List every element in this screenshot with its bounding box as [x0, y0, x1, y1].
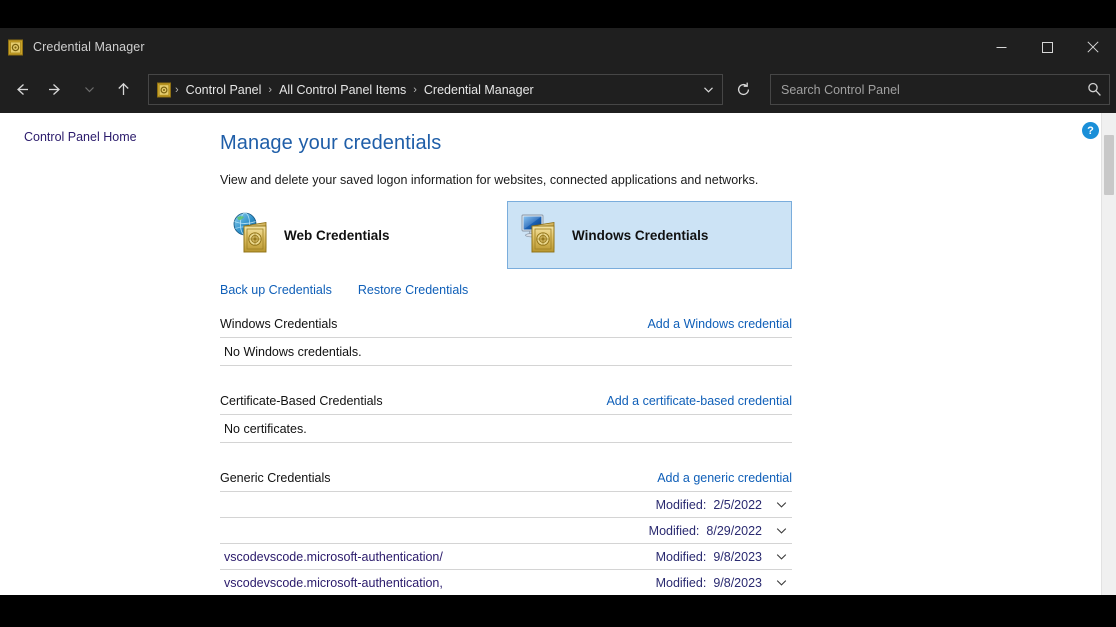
- maximize-button[interactable]: [1024, 28, 1070, 66]
- breadcrumb-control-panel-icon: [156, 82, 172, 98]
- window-title: Credential Manager: [33, 40, 145, 54]
- screen: Credential Manager: [0, 0, 1116, 627]
- section-empty-certificate-based-credentials: No certificates.: [220, 415, 792, 443]
- refresh-button[interactable]: [728, 74, 758, 105]
- back-up-credentials-link[interactable]: Back up Credentials: [220, 283, 332, 297]
- window-titlebar: Credential Manager: [0, 28, 1116, 66]
- backup-restore-links: Back up Credentials Restore Credentials: [220, 283, 468, 297]
- section-empty-windows-credentials: No Windows credentials.: [220, 338, 792, 366]
- breadcrumb-separator: ›: [265, 84, 275, 96]
- help-button[interactable]: ?: [1082, 122, 1099, 139]
- address-toolbar: › Control Panel › All Control Panel Item…: [0, 66, 1116, 113]
- add-windows-credential-link[interactable]: Add a Windows credential: [647, 317, 792, 331]
- section-gap: [220, 443, 792, 471]
- breadcrumb-item-control-panel[interactable]: Control Panel: [182, 80, 266, 100]
- modified-date: 2/5/2022: [713, 498, 762, 512]
- credential-meta: Modified: 9/8/2023: [656, 550, 792, 564]
- search-input[interactable]: [771, 82, 1079, 98]
- section-header-generic-credentials: Generic Credentials Add a generic creden…: [220, 471, 792, 492]
- window-controls: [978, 28, 1116, 66]
- back-button[interactable]: [4, 73, 38, 107]
- section-title-certificate-based-credentials: Certificate-Based Credentials: [220, 394, 383, 408]
- table-row[interactable]: Modified: 8/29/2022: [220, 518, 792, 544]
- forward-button[interactable]: [38, 73, 72, 107]
- modified-label: Modified:: [649, 524, 700, 538]
- main-panel: Manage your credentials View and delete …: [200, 113, 1100, 595]
- chevron-down-icon[interactable]: [774, 576, 788, 589]
- tile-windows-credentials[interactable]: Windows Credentials: [507, 201, 792, 269]
- modified-date: 9/8/2023: [713, 576, 762, 590]
- credential-name[interactable]: vscodevscode.microsoft-authentication,: [224, 576, 443, 590]
- section-gap: [220, 366, 792, 394]
- close-button[interactable]: [1070, 28, 1116, 66]
- minimize-button[interactable]: [978, 28, 1024, 66]
- credential-meta: Modified: 2/5/2022: [656, 498, 792, 512]
- credential-manager-icon: [7, 39, 24, 56]
- breadcrumb-separator: ›: [410, 84, 420, 96]
- sidebar-item-control-panel-home[interactable]: Control Panel Home: [24, 130, 137, 144]
- add-certificate-based-credential-link[interactable]: Add a certificate-based credential: [606, 394, 792, 408]
- vertical-scrollbar[interactable]: [1101, 113, 1116, 595]
- modified-label: Modified:: [656, 550, 707, 564]
- top-letterbox: [0, 0, 1116, 28]
- credential-meta: Modified: 9/8/2023: [656, 576, 792, 590]
- modified-date: 8/29/2022: [706, 524, 762, 538]
- globe-vault-icon: [230, 210, 276, 261]
- section-title-windows-credentials: Windows Credentials: [220, 317, 337, 331]
- chevron-down-icon[interactable]: [774, 524, 788, 537]
- table-row[interactable]: Modified: 2/5/2022: [220, 492, 792, 518]
- chevron-down-icon[interactable]: [774, 550, 788, 563]
- chevron-down-icon[interactable]: [774, 498, 788, 511]
- credential-sections: Windows Credentials Add a Windows creden…: [220, 317, 792, 595]
- section-header-certificate-based-credentials: Certificate-Based Credentials Add a cert…: [220, 394, 792, 415]
- modified-label: Modified:: [656, 576, 707, 590]
- table-row[interactable]: vscodevscode.microsoft-authentication, M…: [220, 570, 792, 595]
- restore-credentials-link[interactable]: Restore Credentials: [358, 283, 468, 297]
- scrollbar-thumb[interactable]: [1104, 135, 1114, 195]
- modified-label: Modified:: [656, 498, 707, 512]
- chevron-down-icon[interactable]: [694, 75, 722, 104]
- credential-name[interactable]: vscodevscode.microsoft-authentication/: [224, 550, 443, 564]
- tile-web-credentials[interactable]: Web Credentials: [220, 201, 500, 269]
- tile-label-windows-credentials: Windows Credentials: [572, 228, 708, 243]
- search-icon[interactable]: [1079, 75, 1109, 104]
- page-title: Manage your credentials: [220, 132, 441, 155]
- tile-label-web-credentials: Web Credentials: [284, 228, 390, 243]
- modified-date: 9/8/2023: [713, 550, 762, 564]
- recent-locations-button[interactable]: [72, 73, 106, 107]
- breadcrumb-bar[interactable]: › Control Panel › All Control Panel Item…: [148, 74, 723, 105]
- bottom-letterbox: [0, 595, 1116, 627]
- sidebar: Control Panel Home: [0, 113, 200, 595]
- up-button[interactable]: [106, 73, 140, 107]
- monitor-vault-icon: [518, 210, 564, 261]
- table-row[interactable]: vscodevscode.microsoft-authentication/ M…: [220, 544, 792, 570]
- content-area: Control Panel Home Manage your credentia…: [0, 113, 1116, 595]
- section-header-windows-credentials: Windows Credentials Add a Windows creden…: [220, 317, 792, 338]
- add-generic-credential-link[interactable]: Add a generic credential: [657, 471, 792, 485]
- credential-meta: Modified: 8/29/2022: [649, 524, 792, 538]
- section-title-generic-credentials: Generic Credentials: [220, 471, 330, 485]
- credential-type-tiles: Web Credentials: [220, 201, 792, 271]
- search-box[interactable]: [770, 74, 1110, 105]
- page-subtitle: View and delete your saved logon informa…: [220, 173, 758, 187]
- breadcrumb-item-credential-manager[interactable]: Credential Manager: [420, 80, 538, 100]
- breadcrumb-item-all-control-panel-items[interactable]: All Control Panel Items: [275, 80, 410, 100]
- breadcrumb-separator: ›: [172, 84, 182, 96]
